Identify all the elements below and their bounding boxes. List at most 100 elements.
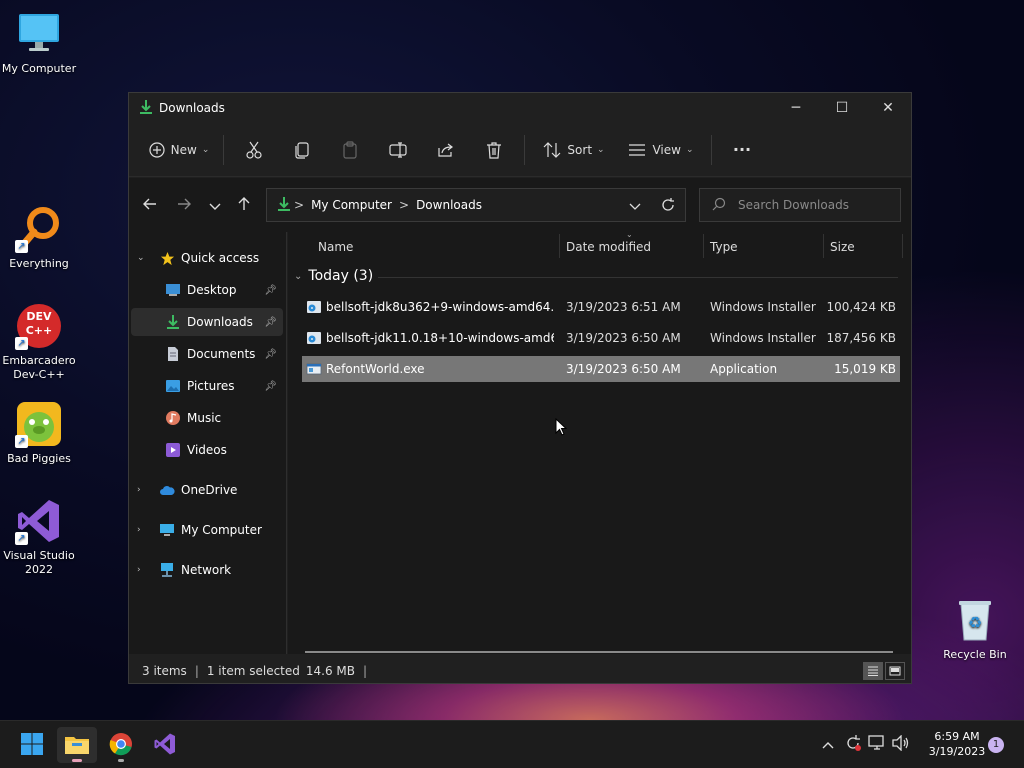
minimize-button[interactable]: ─ xyxy=(773,93,819,123)
bad-piggies-icon: ↗ xyxy=(15,400,63,448)
plus-circle-icon xyxy=(149,141,165,158)
show-hidden-icons-button[interactable] xyxy=(818,738,838,753)
recent-locations-button[interactable] xyxy=(199,189,231,221)
notification-badge[interactable]: 1 xyxy=(988,737,1004,753)
music-icon xyxy=(165,410,181,426)
view-button[interactable]: View ⌄ xyxy=(617,134,705,166)
devcpp-logo-text: DEV C++ xyxy=(25,310,53,337)
desktop-icon-bad-piggies[interactable]: ↗ Bad Piggies xyxy=(0,400,78,466)
share-icon xyxy=(437,142,455,158)
taskbar-chrome[interactable] xyxy=(101,727,141,763)
rename-button[interactable] xyxy=(374,134,422,166)
cut-icon xyxy=(246,141,262,159)
more-options-button[interactable]: ··· xyxy=(718,134,766,166)
sidebar-item-desktop[interactable]: Desktop 📌︎ xyxy=(131,276,283,304)
group-divider xyxy=(378,277,898,278)
sidebar-item-pictures[interactable]: Pictures 📌︎ xyxy=(131,372,283,400)
clock-date: 3/19/2023 xyxy=(928,745,986,758)
column-header-type[interactable]: Type xyxy=(710,240,738,254)
file-row[interactable]: bellsoft-jdk11.0.18+10-windows-amd64....… xyxy=(302,325,900,351)
documents-icon xyxy=(165,346,181,362)
active-indicator xyxy=(72,759,82,762)
chevron-right-icon[interactable]: › xyxy=(137,525,141,535)
sync-error-icon[interactable] xyxy=(844,734,862,756)
sidebar-item-documents[interactable]: Documents 📌︎ xyxy=(131,340,283,368)
address-bar[interactable]: > My Computer > Downloads xyxy=(266,188,686,222)
search-box[interactable]: Search Downloads xyxy=(699,188,901,222)
download-arrow-icon xyxy=(165,314,181,330)
desktop-icon-everything[interactable]: ↗ Everything xyxy=(0,205,78,271)
status-items-count: 3 items xyxy=(142,664,187,678)
sort-button[interactable]: Sort ⌄ xyxy=(531,134,617,166)
desktop-icon-label: Visual Studio 2022 xyxy=(3,549,75,576)
delete-button[interactable] xyxy=(470,134,518,166)
toolbar-divider xyxy=(223,134,224,165)
details-view-button[interactable] xyxy=(863,662,883,680)
desktop-icon xyxy=(165,282,181,298)
chevron-down-icon[interactable]: ⌄ xyxy=(294,271,302,282)
up-button[interactable] xyxy=(228,189,260,221)
file-type: Application xyxy=(710,362,778,376)
group-header-today[interactable]: ⌄ Today (3) xyxy=(294,268,898,284)
chevron-down-icon[interactable]: ⌄ xyxy=(137,253,145,263)
column-header-date[interactable]: Date modified xyxy=(566,240,651,254)
network-tray-icon[interactable] xyxy=(868,735,886,755)
file-row[interactable]: bellsoft-jdk8u362+9-windows-amd64.msi 3/… xyxy=(302,294,900,320)
pin-icon: 📌︎ xyxy=(264,348,277,360)
copy-button[interactable] xyxy=(278,134,326,166)
sidebar-item-label: OneDrive xyxy=(181,483,238,497)
desktop-icon-label: Recycle Bin xyxy=(943,648,1007,661)
back-button[interactable] xyxy=(134,189,166,221)
sidebar-item-music[interactable]: Music xyxy=(131,404,283,432)
breadcrumb-my-computer[interactable]: My Computer xyxy=(311,198,392,212)
chevron-right-icon[interactable]: › xyxy=(137,485,141,495)
column-divider[interactable] xyxy=(902,234,903,258)
maximize-button[interactable]: ☐ xyxy=(819,93,865,123)
share-button[interactable] xyxy=(422,134,470,166)
sidebar-item-downloads[interactable]: Downloads 📌︎ xyxy=(131,308,283,336)
desktop-icon-devcpp[interactable]: DEV C++ ↗ Embarcadero Dev-C++ xyxy=(0,302,78,382)
taskbar-file-explorer[interactable] xyxy=(57,727,97,763)
horizontal-scrollbar[interactable] xyxy=(305,651,893,653)
chevron-down-icon xyxy=(209,196,221,215)
running-indicator xyxy=(118,759,124,762)
desktop-icon-label: Everything xyxy=(9,257,69,270)
sidebar-item-onedrive[interactable]: › OneDrive xyxy=(131,476,283,504)
close-button[interactable]: ✕ xyxy=(865,93,911,123)
desktop-icon-visual-studio[interactable]: ↗ Visual Studio 2022 xyxy=(0,497,78,577)
sidebar-item-videos[interactable]: Videos xyxy=(131,436,283,464)
address-dropdown-icon[interactable] xyxy=(629,200,641,214)
forward-button[interactable] xyxy=(168,189,200,221)
title-bar[interactable]: Downloads ─ ☐ ✕ xyxy=(129,93,911,123)
desktop-icon-recycle-bin[interactable]: ♻ Recycle Bin xyxy=(936,596,1014,662)
tiles-view-button[interactable] xyxy=(885,662,905,680)
volume-icon[interactable] xyxy=(892,734,910,755)
clock-time: 6:59 AM xyxy=(934,730,980,743)
search-icon xyxy=(712,197,726,214)
videos-icon xyxy=(165,442,181,458)
chevron-right-icon[interactable]: › xyxy=(137,565,141,575)
taskbar-visual-studio[interactable] xyxy=(145,727,185,763)
column-header-size[interactable]: Size xyxy=(830,240,855,254)
arrow-right-icon xyxy=(177,196,191,215)
sidebar-item-network[interactable]: › Network xyxy=(131,556,283,584)
sidebar-item-label: Network xyxy=(181,563,232,577)
column-header-name[interactable]: Name xyxy=(318,240,353,254)
refresh-icon[interactable] xyxy=(661,198,675,215)
taskbar-clock[interactable]: 6:59 AM 3/19/2023 xyxy=(922,729,992,759)
msi-installer-icon xyxy=(306,330,322,346)
taskbar: 6:59 AM 3/19/2023 1 xyxy=(0,720,1024,768)
sidebar-item-quick-access[interactable]: ⌄ Quick access xyxy=(131,244,283,272)
desktop-icon-my-computer[interactable]: My Computer xyxy=(0,10,78,76)
column-divider[interactable] xyxy=(559,234,560,258)
new-button[interactable]: New ⌄ xyxy=(141,134,217,166)
breadcrumb-downloads[interactable]: Downloads xyxy=(416,198,482,212)
cut-button[interactable] xyxy=(230,134,278,166)
status-selection: 1 item selected xyxy=(206,664,300,678)
start-button[interactable] xyxy=(12,727,52,763)
column-divider[interactable] xyxy=(703,234,704,258)
sidebar-item-my-computer[interactable]: › My Computer xyxy=(131,516,283,544)
paste-button[interactable] xyxy=(326,134,374,166)
column-divider[interactable] xyxy=(823,234,824,258)
file-row[interactable]: RefontWorld.exe 3/19/2023 6:50 AM Applic… xyxy=(302,356,900,382)
